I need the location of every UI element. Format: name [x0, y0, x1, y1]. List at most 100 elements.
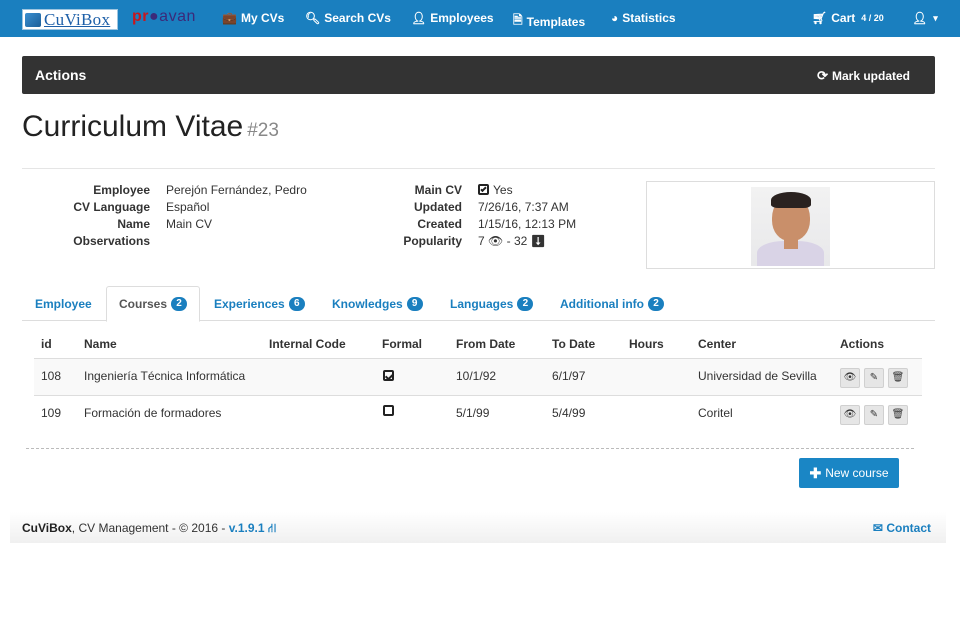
tab-languages-badge: 2	[517, 296, 534, 311]
tab-courses[interactable]: Courses 2	[106, 286, 201, 322]
view-button[interactable]: 👁	[840, 405, 860, 425]
nav-employees[interactable]: 👤︎ Employees	[411, 11, 494, 25]
popularity-value: 7 👁 - 32 ⬇	[478, 233, 546, 250]
tab-experiences-badge: 6	[288, 296, 305, 311]
cell-to-date: 5/4/99	[552, 406, 586, 420]
tab-knowledges-label: Knowledges	[332, 296, 403, 311]
cart-icon: 🛒︎	[812, 11, 828, 25]
checked-box-icon	[478, 184, 489, 195]
tab-knowledges-badge: 9	[406, 296, 423, 311]
main-cv-value: Yes	[478, 182, 513, 199]
tab-additional-info[interactable]: Additional info 2	[560, 286, 664, 321]
cv-number: #23	[247, 120, 279, 141]
footer-text: , CV Management - © 2016 -	[71, 521, 229, 535]
col-header-actions: Actions	[840, 337, 885, 351]
edit-button[interactable]: ✎	[864, 405, 884, 425]
brand-name: CuViBox	[44, 9, 111, 29]
user-menu[interactable]: 👤︎ ▾	[912, 11, 938, 25]
info-created: Created 1/15/16, 12:13 PM	[0, 216, 640, 233]
trash-icon: 🗑	[891, 372, 905, 383]
col-header-internal-code[interactable]: Internal Code	[269, 337, 346, 351]
caret-down-icon: ▾	[933, 12, 938, 23]
contact-label: Contact	[886, 521, 931, 535]
tab-employee[interactable]: Employee	[35, 286, 92, 321]
mark-updated-button[interactable]: ⟳ Mark updated	[817, 68, 910, 84]
contact-link[interactable]: ✉ Contact	[873, 521, 931, 535]
col-header-from-date[interactable]: From Date	[456, 337, 515, 351]
updated-label: Updated	[414, 200, 462, 214]
nav-search-cvs-label: Search CVs	[324, 11, 391, 25]
nav-templates[interactable]: 🗎 Templates	[513, 11, 585, 32]
nav-statistics-label: Statistics	[622, 11, 676, 25]
cv-tabs: Employee Courses 2 Experiences 6 Knowled…	[22, 286, 935, 322]
nav-my-cvs[interactable]: 💼 My CVs	[222, 11, 284, 25]
col-header-hours[interactable]: Hours	[629, 337, 664, 351]
col-header-name[interactable]: Name	[84, 337, 117, 351]
popularity-downloads: 32	[513, 234, 528, 248]
cuvibox-logo[interactable]: CuViBox	[22, 9, 118, 30]
tab-languages[interactable]: Languages 2	[450, 286, 534, 321]
updated-value: 7/26/16, 7:37 AM	[478, 200, 569, 214]
footer-info: CuViBox, CV Management - © 2016 - v.1.9.…	[22, 521, 276, 537]
cart-count: 4 / 20	[861, 13, 884, 23]
cell-id: 108	[41, 369, 62, 383]
popularity-separator: -	[506, 234, 511, 248]
cell-from-date: 5/1/99	[456, 406, 490, 420]
eye-icon: 👁	[843, 372, 857, 383]
nav-cart-label: Cart	[831, 11, 856, 25]
nav-search-cvs[interactable]: 🔍︎ Search CVs	[305, 11, 391, 25]
nav-statistics[interactable]: ◕ Statistics	[611, 11, 676, 25]
nav-my-cvs-label: My CVs	[240, 11, 285, 25]
tab-experiences[interactable]: Experiences 6	[214, 286, 305, 321]
nav-templates-label: Templates	[526, 14, 586, 29]
envelope-icon: ✉	[872, 521, 883, 535]
col-header-id[interactable]: id	[41, 337, 52, 351]
eye-icon: 👁	[488, 234, 504, 248]
col-header-formal[interactable]: Formal	[382, 337, 422, 351]
main-cv-yes: Yes	[493, 183, 513, 197]
tab-knowledges[interactable]: Knowledges 9	[332, 286, 423, 321]
user-icon: 👤︎	[411, 11, 427, 25]
nav-employees-label: Employees	[430, 11, 494, 25]
actions-title: Actions	[35, 67, 87, 83]
eye-icon: 👁	[843, 409, 857, 420]
file-icon: 🗎	[513, 13, 523, 27]
cell-name: Formación de formadores	[84, 406, 222, 420]
delete-button[interactable]: 🗑	[888, 405, 908, 425]
proavan-logo[interactable]: pr●avan	[132, 8, 196, 26]
tab-experiences-label: Experiences	[214, 296, 285, 311]
tab-additional-info-badge: 2	[647, 296, 664, 311]
view-button[interactable]: 👁	[840, 368, 860, 388]
top-navbar: CuViBox pr●avan 💼 My CVs 🔍︎ Search CVs 👤…	[0, 0, 960, 37]
new-course-label: New course	[825, 466, 889, 480]
footer-brand: CuViBox	[22, 521, 72, 535]
cell-id: 109	[41, 406, 62, 420]
col-header-center[interactable]: Center	[698, 337, 736, 351]
info-main-cv: Main CV Yes	[0, 182, 640, 199]
popularity-views: 7	[478, 234, 485, 248]
main-cv-label: Main CV	[414, 183, 462, 197]
created-value: 1/15/16, 12:13 PM	[478, 217, 577, 231]
refresh-icon: ⟳	[817, 68, 828, 83]
delete-button[interactable]: 🗑	[888, 368, 908, 388]
info-popularity: Popularity 7 👁 - 32 ⬇	[0, 233, 640, 250]
search-icon: 🔍︎	[305, 11, 321, 25]
cell-center: Coritel	[698, 406, 733, 420]
formal-checked-icon	[383, 370, 394, 381]
cell-to-date: 6/1/97	[552, 369, 586, 383]
divider	[22, 168, 935, 169]
new-course-button[interactable]: ✚ New course	[799, 458, 899, 488]
tab-additional-info-label: Additional info	[560, 296, 644, 311]
photo-box	[646, 181, 935, 269]
tab-languages-label: Languages	[450, 296, 514, 311]
col-header-to-date[interactable]: To Date	[552, 337, 595, 351]
employee-photo	[751, 187, 830, 266]
version-link[interactable]: v.1.9.1	[229, 521, 265, 535]
cell-from-date: 10/1/92	[456, 369, 497, 383]
nav-cart[interactable]: 🛒︎ Cart 4 / 20	[812, 11, 884, 25]
tab-courses-badge: 2	[171, 297, 188, 311]
edit-button[interactable]: ✎	[864, 368, 884, 388]
briefcase-icon: 💼	[222, 11, 237, 25]
page-title: Curriculum Vitae #23	[22, 110, 279, 144]
trash-icon: 🗑	[891, 409, 905, 420]
